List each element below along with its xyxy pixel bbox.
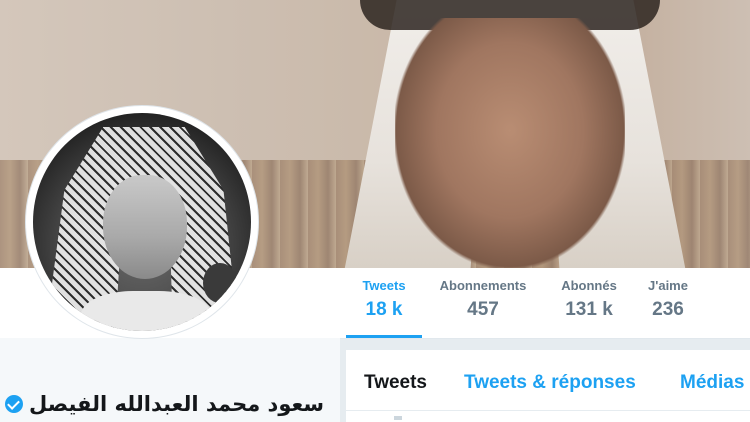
stat-following-label: Abonnements — [439, 278, 527, 293]
banner-portrait-face — [395, 18, 625, 268]
stat-following-value: 457 — [467, 299, 499, 320]
stat-tweets-value: 18 k — [365, 299, 403, 320]
profile-display-name[interactable]: سعود محمد العبدالله الفيصل — [29, 392, 324, 416]
tab-tweets-and-replies[interactable]: Tweets & réponses — [464, 372, 636, 394]
stat-likes-label: J'aime — [648, 278, 688, 293]
stat-likes[interactable]: J'aime 236 — [645, 278, 691, 321]
stat-followers-label: Abonnés — [561, 278, 617, 293]
avatar-microphone — [203, 263, 237, 303]
verified-badge-icon — [5, 395, 24, 413]
timeline-tabs: Tweets Tweets & réponses Médias — [346, 350, 750, 411]
stat-likes-value: 236 — [652, 299, 684, 320]
stat-followers[interactable]: Abonnés 131 k — [557, 278, 621, 321]
stat-following[interactable]: Abonnements 457 — [436, 278, 530, 321]
timeline-card: Tweets Tweets & réponses Médias — [346, 350, 750, 422]
stat-tweets[interactable]: Tweets 18 k — [346, 278, 422, 338]
stat-tweets-label: Tweets — [362, 278, 406, 293]
profile-name-row: سعود محمد العبدالله الفيصل — [5, 390, 324, 418]
tab-media[interactable]: Médias — [680, 372, 744, 394]
stat-followers-value: 131 k — [565, 299, 613, 320]
avatar-photo — [33, 113, 251, 331]
tab-tweets[interactable]: Tweets — [364, 372, 427, 394]
avatar-face — [103, 175, 187, 279]
profile-avatar[interactable] — [26, 106, 258, 338]
timeline-content-start — [394, 416, 402, 420]
avatar-clothing — [81, 291, 211, 331]
